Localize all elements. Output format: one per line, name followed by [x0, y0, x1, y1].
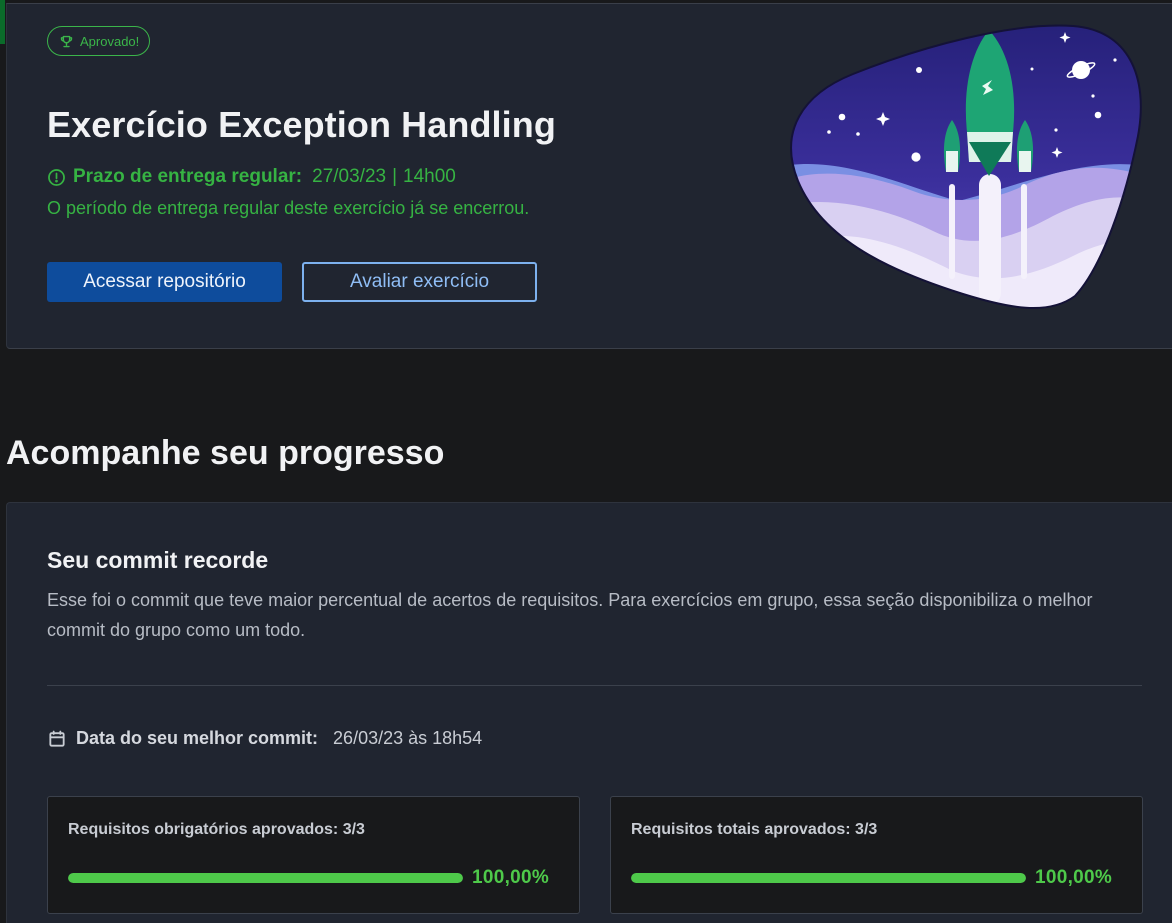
record-commit-description: Esse foi o commit que teve maior percent… [47, 590, 1093, 640]
exercise-title: Exercício Exception Handling [47, 104, 556, 145]
deadline-note: O período de entrega regular deste exerc… [47, 198, 530, 218]
progress-section-title: Acompanhe seu progresso [6, 434, 445, 472]
best-commit-date: 26/03/23 às 18h54 [333, 728, 483, 748]
total-requirements-box: Requisitos totais aprovados: 3/3 100,00% [610, 796, 1143, 914]
evaluate-exercise-button[interactable]: Avaliar exercício [302, 262, 537, 302]
record-commit-card: Seu commit recorde Esse foi o commit que… [6, 502, 1172, 923]
best-commit-row: Data do seu melhor commit: 26/03/23 às 1… [47, 728, 482, 749]
exercise-header-card: Aprovado! Exercício Exception Handling P… [6, 3, 1172, 349]
total-requirements-percent: 100,00% [1035, 867, 1113, 888]
trophy-icon [59, 34, 74, 49]
deadline-date: 27/03/23 [312, 166, 387, 187]
mandatory-requirements-percent: 100,00% [472, 867, 550, 888]
calendar-icon [47, 729, 67, 749]
progress-fill [68, 873, 463, 883]
approved-badge: Aprovado! [47, 26, 151, 56]
exercise-page: Aprovado! Exercício Exception Handling P… [0, 0, 1172, 923]
mandatory-requirements-label: Requisitos obrigatórios aprovados: 3/3 [68, 821, 365, 838]
total-requirements-progress-bar [631, 873, 1026, 883]
record-commit-title: Seu commit recorde [47, 547, 269, 573]
deadline-time: 14h00 [403, 166, 456, 187]
mandatory-requirements-box: Requisitos obrigatórios aprovados: 3/3 1… [47, 796, 580, 914]
deadline-separator: | [392, 166, 398, 187]
total-requirements-label: Requisitos totais aprovados: 3/3 [631, 821, 878, 838]
rocket-illustration [790, 24, 1142, 310]
access-repository-button[interactable]: Acessar repositório [47, 262, 282, 302]
divider [47, 685, 1142, 686]
deadline-label: Prazo de entrega regular: [73, 166, 303, 187]
sidebar-edge [0, 0, 5, 44]
deadline-row: Prazo de entrega regular: 27/03/23 | 14h… [47, 166, 456, 188]
mandatory-requirements-progress-bar [68, 873, 463, 883]
approved-badge-label: Aprovado! [80, 33, 140, 49]
progress-fill [631, 873, 1026, 883]
best-commit-label: Data do seu melhor commit: [76, 728, 319, 748]
alert-circle-icon [47, 168, 66, 187]
